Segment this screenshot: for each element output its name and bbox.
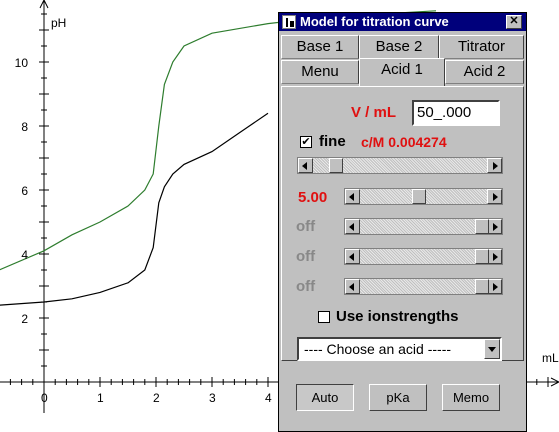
- x-tick-label: 3: [209, 391, 216, 405]
- pka-2-slider[interactable]: [344, 218, 503, 235]
- y-tick-label: 4: [21, 248, 28, 262]
- scroll-right-icon[interactable]: [487, 219, 502, 234]
- titration-curve-2: [0, 112, 269, 306]
- dialog-titlebar[interactable]: Model for titration curve ✕: [279, 13, 526, 31]
- y-tick-label: 6: [21, 184, 28, 198]
- titration-model-dialog[interactable]: Model for titration curve ✕ Base 1 Base …: [278, 12, 527, 432]
- pka-4-value: off: [296, 278, 316, 295]
- memo-button[interactable]: Memo: [442, 384, 500, 411]
- pka-button[interactable]: pKa: [369, 384, 427, 411]
- scroll-right-icon[interactable]: [487, 279, 502, 294]
- chevron-down-icon[interactable]: [484, 339, 500, 359]
- x-tick-label: 4: [265, 391, 272, 405]
- ionstrength-checkbox[interactable]: [318, 311, 330, 323]
- pka-3-slider[interactable]: [344, 248, 503, 265]
- x-tick-label: 2: [153, 391, 160, 405]
- ionstrength-label: Use ionstrengths: [336, 308, 459, 325]
- y-tick-label: 8: [21, 120, 28, 134]
- concentration-slider[interactable]: [297, 157, 503, 174]
- app-icon: [282, 15, 296, 29]
- y-tick-label: 10: [15, 56, 29, 70]
- scroll-left-icon[interactable]: [345, 249, 360, 264]
- tab-menu[interactable]: Menu: [281, 60, 359, 84]
- tab-acid-2[interactable]: Acid 2: [445, 60, 524, 84]
- y-axis-label: pH: [51, 16, 66, 30]
- check-mark-icon: ✔: [301, 136, 311, 148]
- slider-thumb[interactable]: [329, 158, 343, 173]
- scroll-right-icon[interactable]: [487, 249, 502, 264]
- scroll-left-icon[interactable]: [298, 158, 313, 173]
- tab-base-2[interactable]: Base 2: [359, 35, 439, 59]
- x-tick-label: 1: [97, 391, 104, 405]
- dialog-title: Model for titration curve: [300, 14, 449, 29]
- slider-thumb[interactable]: [475, 249, 489, 264]
- tab-base-1[interactable]: Base 1: [281, 35, 359, 59]
- auto-button[interactable]: Auto: [296, 384, 354, 411]
- pka-3-value: off: [296, 248, 316, 265]
- acid-select-value: ---- Choose an acid -----: [304, 341, 452, 357]
- pka-1-slider[interactable]: [344, 188, 503, 205]
- fine-label: fine: [319, 133, 346, 150]
- scroll-left-icon[interactable]: [345, 189, 360, 204]
- x-tick-label: 0: [41, 391, 48, 405]
- scroll-right-icon[interactable]: [487, 189, 502, 204]
- pka-2-value: off: [296, 218, 316, 235]
- tab-acid-1[interactable]: Acid 1: [359, 58, 445, 86]
- slider-thumb[interactable]: [475, 279, 489, 294]
- slider-thumb[interactable]: [475, 219, 489, 234]
- acid-select[interactable]: ---- Choose an acid -----: [297, 337, 502, 361]
- scroll-left-icon[interactable]: [345, 279, 360, 294]
- tab-titrator[interactable]: Titrator: [439, 35, 524, 59]
- volume-label: V / mL: [351, 104, 397, 121]
- scroll-left-icon[interactable]: [345, 219, 360, 234]
- x-axis-label: mL: [542, 351, 559, 365]
- slider-thumb[interactable]: [412, 189, 426, 204]
- volume-input[interactable]: 50_.000: [412, 100, 500, 126]
- y-tick-label: 2: [21, 312, 28, 326]
- close-icon[interactable]: ✕: [506, 15, 522, 29]
- concentration-readout: c/M 0.004274: [361, 134, 447, 150]
- pka-4-slider[interactable]: [344, 278, 503, 295]
- scroll-right-icon[interactable]: [487, 158, 502, 173]
- fine-checkbox[interactable]: ✔: [300, 136, 312, 148]
- pka-1-value: 5.00: [298, 189, 328, 206]
